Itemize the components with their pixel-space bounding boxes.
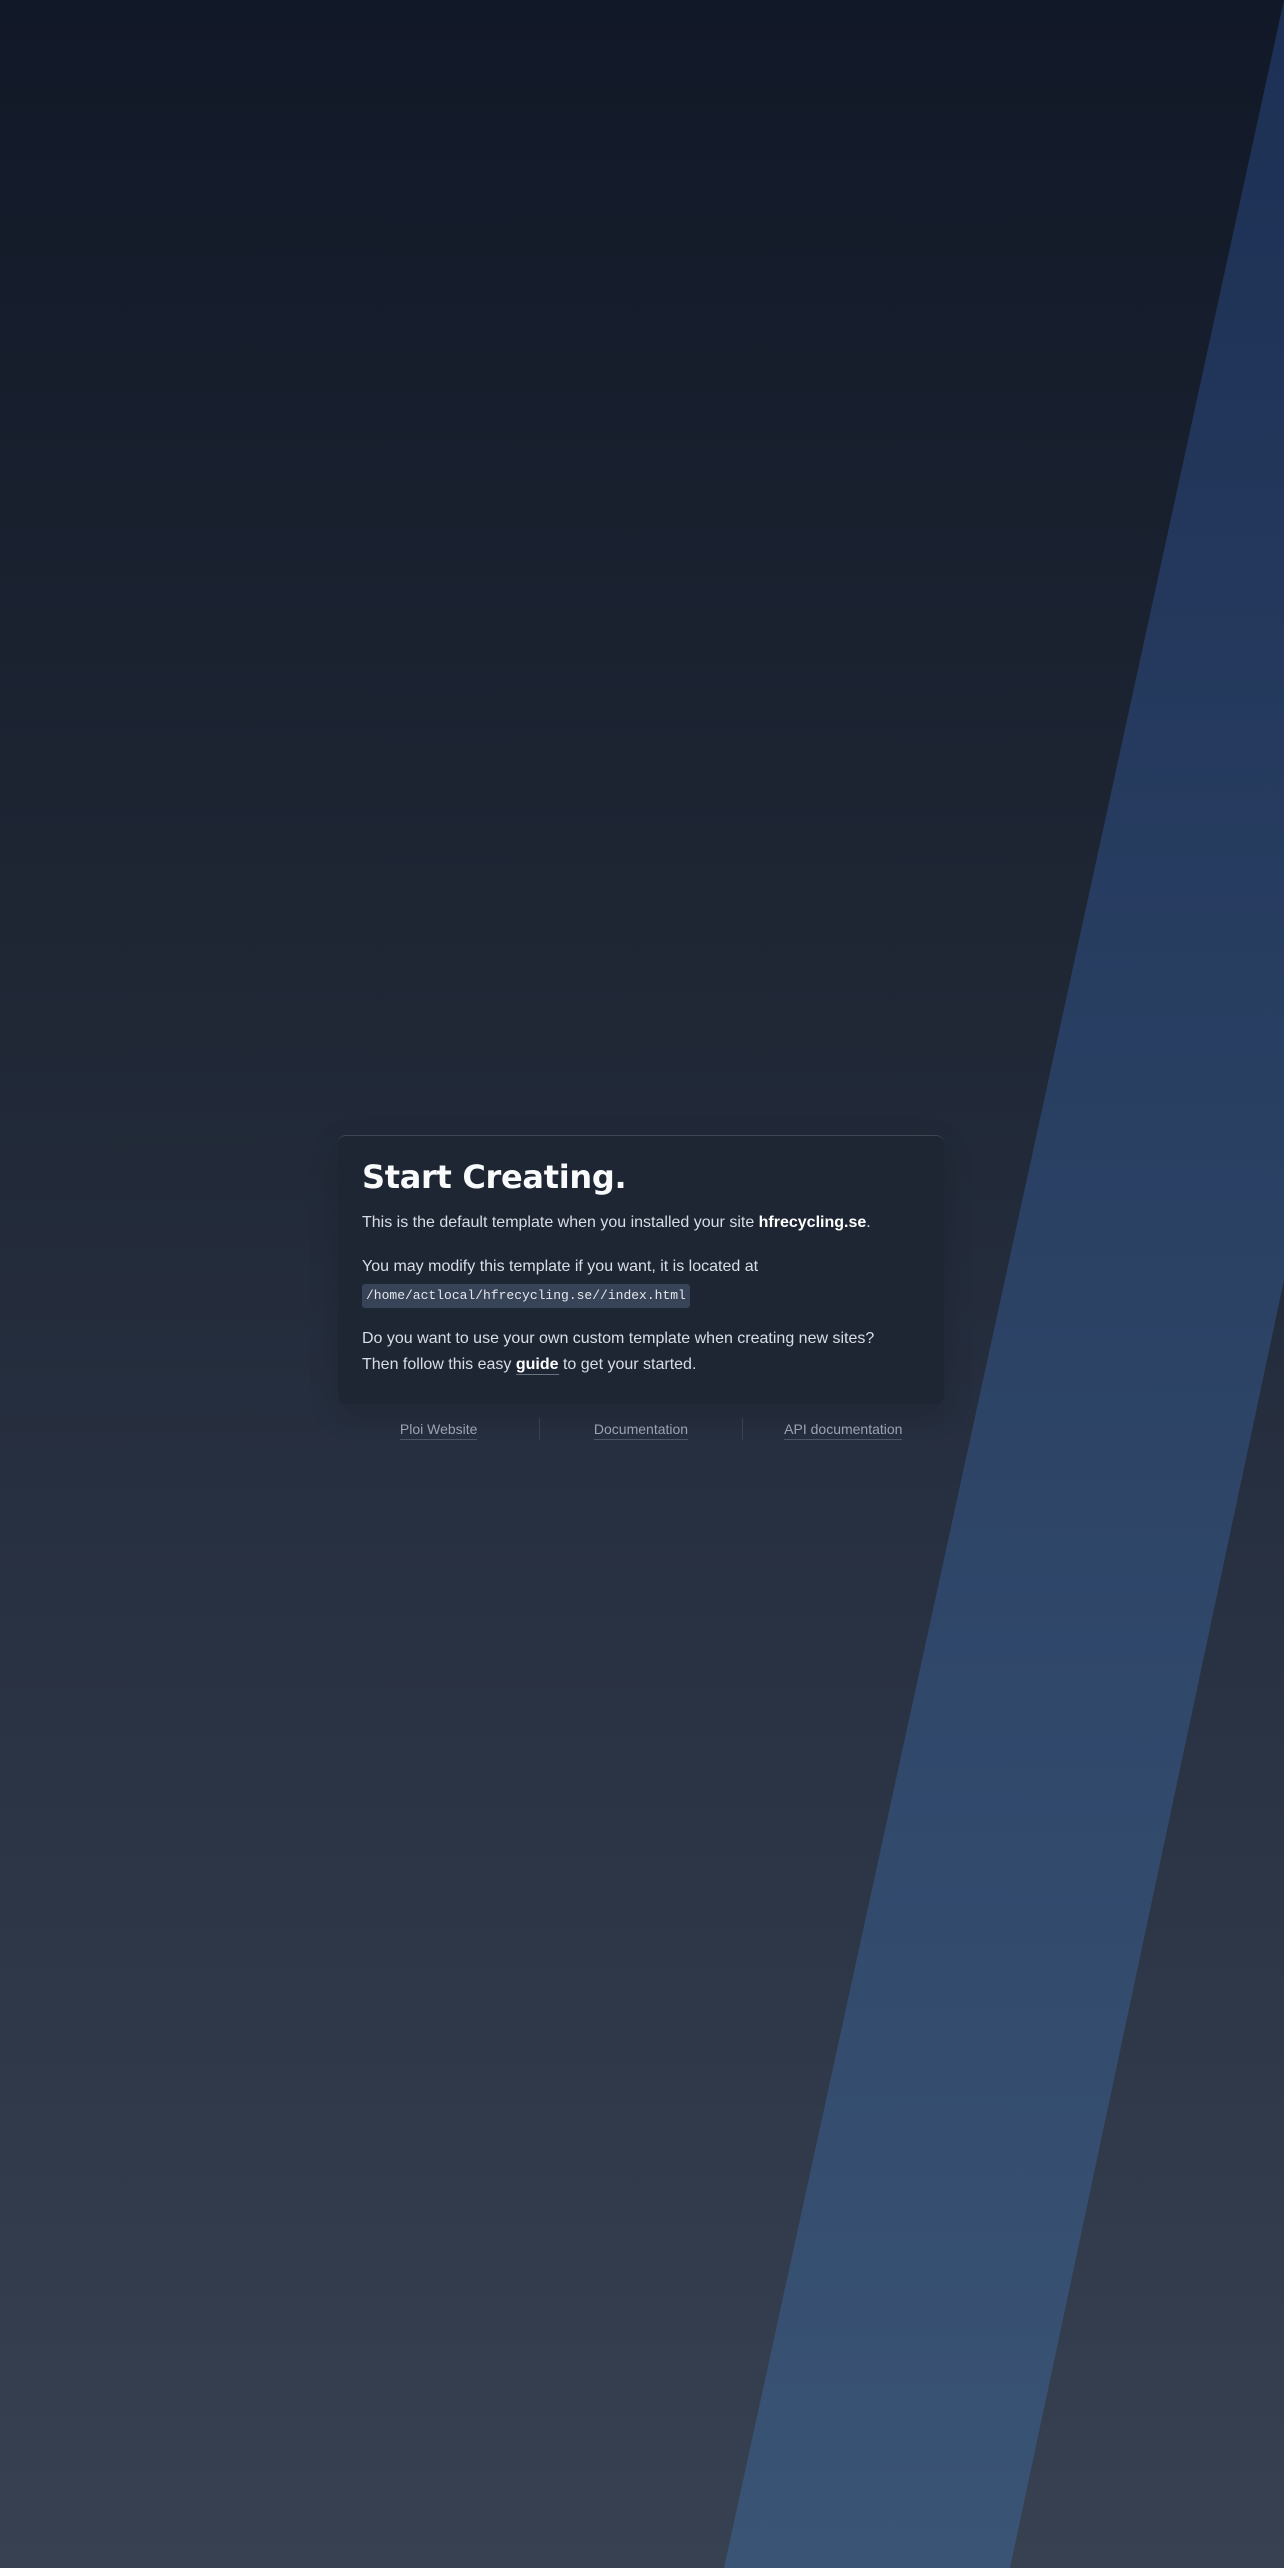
- guide-prefix: Then follow this easy: [362, 1356, 516, 1373]
- intro-text: This is the default template when you in…: [362, 1214, 759, 1231]
- template-location-paragraph: You may modify this template if you want…: [362, 1254, 920, 1308]
- footer-item-api-documentation: API documentation: [743, 1420, 944, 1440]
- page-title: Start Creating.: [362, 1158, 627, 1196]
- template-path: /home/actlocal/hfrecycling.se//index.htm…: [362, 1284, 690, 1308]
- intro-suffix: .: [866, 1214, 871, 1231]
- api-documentation-link[interactable]: API documentation: [784, 1421, 903, 1440]
- guide-link[interactable]: guide: [515, 1356, 559, 1375]
- main-container: Start Creating. This is the default temp…: [338, 1135, 944, 1440]
- footer-item-documentation: Documentation: [540, 1420, 741, 1440]
- custom-line: Do you want to use your own custom templ…: [362, 1330, 875, 1347]
- guide-suffix: to get your started.: [558, 1356, 697, 1373]
- custom-template-paragraph: Do you want to use your own custom templ…: [362, 1326, 920, 1378]
- site-name: hfrecycling.se: [758, 1214, 867, 1231]
- start-card: Start Creating. This is the default temp…: [338, 1135, 944, 1404]
- modify-text: You may modify this template if you want…: [362, 1258, 759, 1275]
- documentation-link[interactable]: Documentation: [593, 1421, 689, 1440]
- footer-links: Ploi Website Documentation API documenta…: [338, 1418, 944, 1440]
- ploi-website-link[interactable]: Ploi Website: [399, 1421, 478, 1440]
- footer-item-ploi-website: Ploi Website: [338, 1420, 539, 1440]
- intro-paragraph: This is the default template when you in…: [362, 1210, 920, 1236]
